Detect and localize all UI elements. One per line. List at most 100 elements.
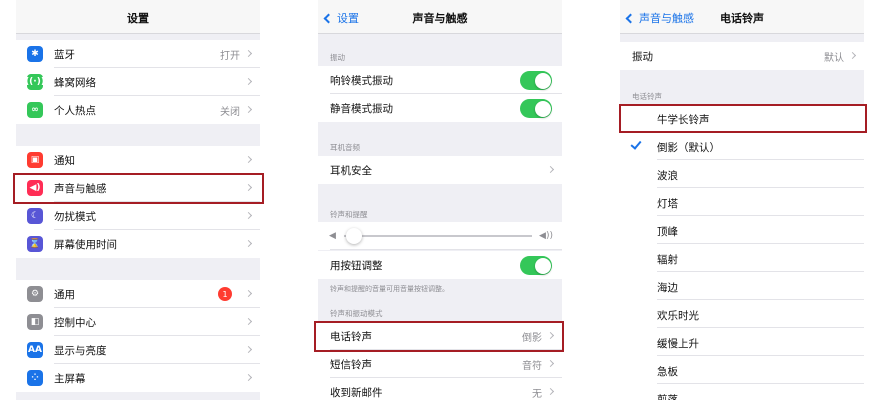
ringtone-item-label: 急板 <box>657 366 678 378</box>
ring-vibrate-label: 响铃模式振动 <box>330 74 393 87</box>
bluetooth-icon: ✱ <box>27 46 43 62</box>
section-header-vibrate: 振动 <box>330 53 345 62</box>
settings-row[interactable]: ∞ 个人热点 关闭 <box>16 96 260 124</box>
ringtone-item[interactable]: 急板 <box>620 356 864 384</box>
ringtone-navbar: 声音与触感 电话铃声 <box>620 0 864 34</box>
settings-row[interactable]: ▣ 通知 <box>16 146 260 174</box>
ringtone-list: 牛学长铃声倒影（默认） 波浪灯塔顶峰辐射海边欢乐时光缓慢上升急板剪落 <box>620 104 864 400</box>
silent-vibrate-row: 静音模式振动 <box>318 94 562 122</box>
chevron-right-icon <box>244 155 253 164</box>
ringtone-item[interactable]: 缓慢上升 <box>620 328 864 356</box>
ringtone-item[interactable]: 牛学长铃声 <box>620 104 864 132</box>
page-title: 声音与触感 <box>412 12 468 25</box>
change-with-buttons-toggle[interactable] <box>520 256 552 275</box>
volume-track[interactable] <box>344 235 532 237</box>
settings-row[interactable]: ◀) 声音与触感 <box>16 174 260 202</box>
cellular-icon: ((·)) <box>25 74 45 90</box>
section-header-headphone: 耳机音频 <box>330 143 360 152</box>
ringtone-item-label: 顶峰 <box>657 226 678 238</box>
ringtone-item[interactable]: 剪落 <box>620 384 864 400</box>
volume-slider-thumb[interactable] <box>346 228 362 244</box>
settings-row-label: 屏幕使用时间 <box>54 238 117 251</box>
ringtone-row[interactable]: 电话铃声 倒影 <box>318 322 562 350</box>
ringtone-item[interactable]: 倒影（默认） <box>620 132 864 160</box>
settings-row[interactable]: ⚙ 通用 1 <box>16 280 260 308</box>
ringtone-panel: 声音与触感 电话铃声 振动 默认 电话铃声 牛学长铃声倒影（默认） 波浪灯塔顶峰辐… <box>620 0 864 400</box>
volume-high-icon: ◀)) <box>539 231 553 241</box>
chevron-right-icon <box>546 165 555 174</box>
hotspot-icon: ∞ <box>27 102 43 118</box>
chevron-right-icon <box>546 331 555 340</box>
toggle-knob <box>534 72 551 89</box>
settings-row-value: 打开 <box>220 50 240 62</box>
settings-row[interactable]: ⁘ 主屏幕 <box>16 364 260 392</box>
ringtone-item[interactable]: 顶峰 <box>620 216 864 244</box>
notifications-icon: ▣ <box>27 152 43 168</box>
settings-row[interactable]: ⌛ 屏幕使用时间 <box>16 230 260 258</box>
text-tone-value: 音符 <box>522 360 542 372</box>
volume-note: 铃声和提醒的音量可用音量按钮调整。 <box>330 285 449 293</box>
settings-row-label: 勿扰模式 <box>54 210 96 223</box>
new-mail-value: 无 <box>532 388 542 400</box>
sounds-haptics-panel: 设置 声音与触感 振动 响铃模式振动 静音模式振动 耳机音频 耳机安全 铃声和提… <box>318 0 562 400</box>
settings-row-label: 主屏幕 <box>54 372 86 385</box>
ringtone-item-label: 辐射 <box>657 254 678 266</box>
settings-row-label: 个人热点 <box>54 104 96 117</box>
vibration-row[interactable]: 振动 默认 <box>620 42 864 70</box>
ring-vibrate-toggle[interactable] <box>520 71 552 90</box>
headphone-safety-row[interactable]: 耳机安全 <box>318 156 562 184</box>
toggle-knob <box>534 257 551 274</box>
headphone-safety-label: 耳机安全 <box>330 164 372 177</box>
ringtone-item[interactable]: 海边 <box>620 272 864 300</box>
chevron-right-icon <box>244 289 253 298</box>
ringtone-item-label: 欢乐时光 <box>657 310 699 322</box>
chevron-right-icon <box>244 77 253 86</box>
settings-row-label: 显示与亮度 <box>54 344 107 357</box>
chevron-right-icon <box>244 239 253 248</box>
ringtone-item[interactable]: 欢乐时光 <box>620 300 864 328</box>
settings-row-label: 控制中心 <box>54 316 96 329</box>
silent-vibrate-toggle[interactable] <box>520 99 552 118</box>
ringer-volume-row: ◀ ◀)) <box>318 222 562 250</box>
settings-row[interactable]: ✱ 蓝牙 打开 <box>16 40 260 68</box>
ringtone-item[interactable]: 辐射 <box>620 244 864 272</box>
change-with-buttons-label: 用按钮调整 <box>330 259 383 272</box>
checkmark-icon <box>630 138 642 150</box>
settings-row-label: 通知 <box>54 154 75 167</box>
ringtone-item-label: 牛学长铃声 <box>657 114 710 126</box>
text-tone-row[interactable]: 短信铃声 音符 <box>318 350 562 378</box>
do-not-disturb-icon: ☾ <box>27 208 43 224</box>
chevron-right-icon <box>244 373 253 382</box>
section-header-ringer: 铃声和提醒 <box>330 210 368 219</box>
settings-row[interactable]: ☾ 勿扰模式 <box>16 202 260 230</box>
new-mail-row[interactable]: 收到新邮件 无 <box>318 378 562 400</box>
chevron-right-icon <box>244 183 253 192</box>
ringtone-item-label: 波浪 <box>657 170 678 182</box>
chevron-right-icon <box>244 317 253 326</box>
settings-panel: 设置 ✱ 蓝牙 打开 ((·)) 蜂窝网络 ∞ 个人热点 关闭 ▣ 通知 ◀) 声音与触感 ☾ 勿扰模式 ⌛… <box>16 0 260 400</box>
toggle-knob <box>534 100 551 117</box>
chevron-right-icon <box>546 359 555 368</box>
ringtone-item-label: 剪落 <box>657 394 678 400</box>
ringtone-item[interactable]: 灯塔 <box>620 188 864 216</box>
home-screen-icon: ⁘ <box>27 370 43 386</box>
volume-low-icon: ◀ <box>329 231 336 241</box>
chevron-right-icon <box>244 345 253 354</box>
settings-row[interactable]: ((·)) 蜂窝网络 <box>16 68 260 96</box>
settings-row[interactable]: AA 显示与亮度 <box>16 336 260 364</box>
chevron-right-icon <box>244 49 253 58</box>
text-tone-label: 短信铃声 <box>330 358 372 371</box>
chevron-right-icon <box>244 105 253 114</box>
screen-time-icon: ⌛ <box>27 236 43 252</box>
settings-row-value: 关闭 <box>220 106 240 118</box>
settings-row[interactable]: ◧ 控制中心 <box>16 308 260 336</box>
control-center-icon: ◧ <box>27 314 43 330</box>
ringtone-item[interactable]: 波浪 <box>620 160 864 188</box>
ringtone-item-label: 灯塔 <box>657 198 678 210</box>
sound-icon: ◀) <box>27 180 43 196</box>
vibration-label: 振动 <box>632 50 653 63</box>
page-title: 电话铃声 <box>720 12 764 25</box>
settings-row-label: 蓝牙 <box>54 48 75 61</box>
ring-vibrate-row: 响铃模式振动 <box>318 66 562 94</box>
settings-row-label: 蜂窝网络 <box>54 76 96 89</box>
